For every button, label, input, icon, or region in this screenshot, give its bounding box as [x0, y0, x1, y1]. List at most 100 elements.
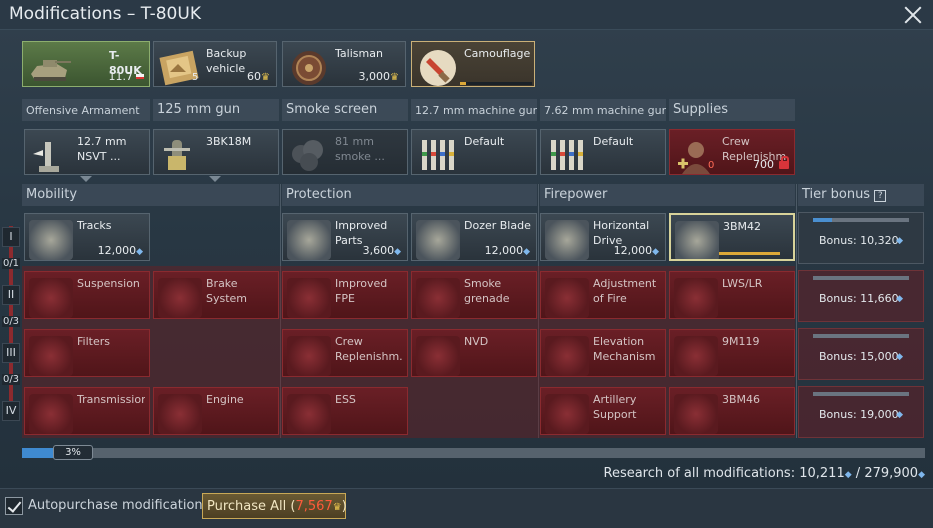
engine-icon: [158, 394, 202, 434]
mod-label: 3BM46: [722, 393, 761, 406]
talisman-cost: 3,000♛: [358, 70, 399, 83]
ammo-belt-icon: [422, 140, 454, 170]
smoke-grenade-icon: [416, 278, 460, 318]
backup-vehicle-card[interactable]: Backup vehicle 5 60♛: [153, 41, 277, 87]
mod-card-apfsds-shell[interactable]: 3BM42: [669, 213, 795, 261]
mod-label: NVD: [464, 335, 489, 348]
horizontal-drive-icon: [545, 220, 589, 260]
research-progress-bar: 3%: [22, 445, 925, 460]
mod-label: Adjustment of Fire: [593, 277, 657, 305]
mod-label: Crew Replenishm...: [335, 335, 403, 363]
talisman-icon: [292, 51, 326, 85]
research-point-icon: ◆: [844, 470, 852, 480]
filter-icon: [29, 336, 73, 376]
research-point-icon: ◆: [918, 470, 925, 480]
mod-card-engine[interactable]: Engine: [153, 387, 279, 435]
mod-card-night-vision[interactable]: NVD: [411, 329, 537, 377]
mg-ammo-label: Default: [593, 135, 634, 148]
help-icon[interactable]: ?: [874, 190, 887, 202]
bonus-label: Bonus: 11,660: [819, 292, 899, 305]
apfsds-shell-icon: [675, 221, 719, 259]
mod-label: Smoke grenade: [464, 277, 510, 305]
adjustment-icon: [545, 278, 589, 318]
bonus-label: Bonus: 15,000: [819, 350, 899, 363]
autopurchase-checkbox[interactable]: [5, 497, 23, 515]
brake-icon: [158, 278, 202, 318]
camouflage-card[interactable]: Camouflage: [411, 41, 535, 87]
mod-card-parts[interactable]: Improved Parts 3,600◆: [282, 213, 408, 261]
elevation-icon: [545, 336, 589, 376]
offensive-armament-label: 12.7 mm NSVT ...: [77, 135, 127, 163]
offensive-armament-card[interactable]: 12.7 mm NSVT ...: [24, 129, 150, 175]
night-vision-icon: [416, 336, 460, 376]
camouflage-label: Camouflage: [464, 47, 530, 60]
mg-ammo-card[interactable]: Default: [540, 129, 666, 175]
tier-bonus-4: Bonus: 19,000 ◆: [798, 386, 924, 438]
tier-bonus-3: Bonus: 15,000 ◆: [798, 328, 924, 380]
research-point-icon: ◆: [523, 247, 530, 257]
golden-eagle-icon: ♛: [261, 72, 270, 83]
mod-card-crew[interactable]: Crew Replenishm...: [282, 329, 408, 377]
close-icon[interactable]: [904, 6, 922, 24]
mod-label: LWS/LR: [722, 277, 763, 290]
smoke-screen-card[interactable]: 81 mm smoke ...: [282, 129, 408, 175]
mod-label: 9M119: [722, 335, 760, 348]
crew-replenishment-card[interactable]: Crew Replenishm... 0 700: [669, 129, 795, 175]
main-gun-ammo-card[interactable]: 3BK18M: [153, 129, 279, 175]
mod-card-horizontal-drive[interactable]: Horizontal Drive 12,000◆: [540, 213, 666, 261]
battle-rating: 11.7: [108, 70, 134, 83]
mod-label: Engine: [206, 393, 244, 406]
tier-3-label: III: [2, 343, 20, 363]
mod-card-artillery[interactable]: Artillery Support: [540, 387, 666, 435]
mod-card-adjustment[interactable]: Adjustment of Fire: [540, 271, 666, 319]
research-point-icon: ◆: [896, 236, 903, 246]
header-125mm-gun: 125 mm gun: [153, 99, 279, 121]
tier-3-count: 0/3: [2, 374, 20, 385]
backup-count: 5: [192, 72, 199, 83]
mod-card-filter[interactable]: Filters: [24, 329, 150, 377]
smoke-screen-label: 81 mm smoke ...: [335, 135, 385, 163]
research-point-icon: ◆: [896, 352, 903, 362]
mod-card-laser-warning[interactable]: LWS/LR: [669, 271, 795, 319]
transmission-icon: [29, 394, 73, 434]
research-point-icon: ◆: [394, 247, 401, 257]
mod-label: Brake System: [206, 277, 248, 305]
mod-card-smoke-grenade[interactable]: Smoke grenade: [411, 271, 537, 319]
main-gun-ammo-label: 3BK18M: [206, 135, 252, 148]
mod-card-missile[interactable]: 9M119: [669, 329, 795, 377]
mod-card-tracks[interactable]: Tracks 12,000◆: [24, 213, 150, 261]
mod-card-ess[interactable]: ESS: [282, 387, 408, 435]
bonus-label: Bonus: 10,320: [819, 234, 899, 247]
laser-warning-icon: [674, 278, 718, 318]
vehicle-card[interactable]: T-80UK 11.7: [22, 41, 150, 87]
mod-card-elevation[interactable]: Elevation Mechanism: [540, 329, 666, 377]
mod-card-apfsds-shell[interactable]: 3BM46: [669, 387, 795, 435]
mod-label: Transmission: [77, 393, 145, 406]
tracks-icon: [29, 220, 73, 260]
mod-label: Tracks: [77, 219, 112, 232]
mod-card-dozer-blade[interactable]: Dozer Blade 12,000◆: [411, 213, 537, 261]
hmg-ammo-card[interactable]: Default: [411, 129, 537, 175]
research-point-icon: ◆: [652, 247, 659, 257]
talisman-label: Talisman: [335, 47, 383, 60]
mod-card-brake[interactable]: Brake System: [153, 271, 279, 319]
research-summary: Research of all modifications: 10,211◆ /…: [603, 466, 926, 481]
hmg-ammo-label: Default: [464, 135, 505, 148]
camouflage-icon: [420, 50, 456, 86]
autopurchase-label: Autopurchase modifications: [28, 498, 210, 513]
header-12-7mm-mg: 12.7 mm machine gun: [411, 99, 537, 121]
fire-extinguisher-icon: [287, 278, 331, 318]
tier-1-count: 0/1: [2, 258, 20, 269]
mod-label: Elevation Mechanism: [593, 335, 656, 363]
talisman-card[interactable]: Talisman 3,000♛: [282, 41, 406, 87]
mod-card-transmission[interactable]: Transmission: [24, 387, 150, 435]
mod-cost: 12,000◆: [613, 244, 659, 257]
parts-icon: [287, 220, 331, 260]
mod-cost: 12,000◆: [484, 244, 530, 257]
tier-4-label: IV: [2, 401, 20, 421]
header-smoke-screen: Smoke screen: [282, 99, 408, 121]
ess-icon: [287, 394, 331, 434]
purchase-all-button[interactable]: Purchase All (7,567♛): [202, 493, 347, 519]
mod-card-suspension[interactable]: Suspension: [24, 271, 150, 319]
mod-card-fire-extinguisher[interactable]: Improved FPE: [282, 271, 408, 319]
